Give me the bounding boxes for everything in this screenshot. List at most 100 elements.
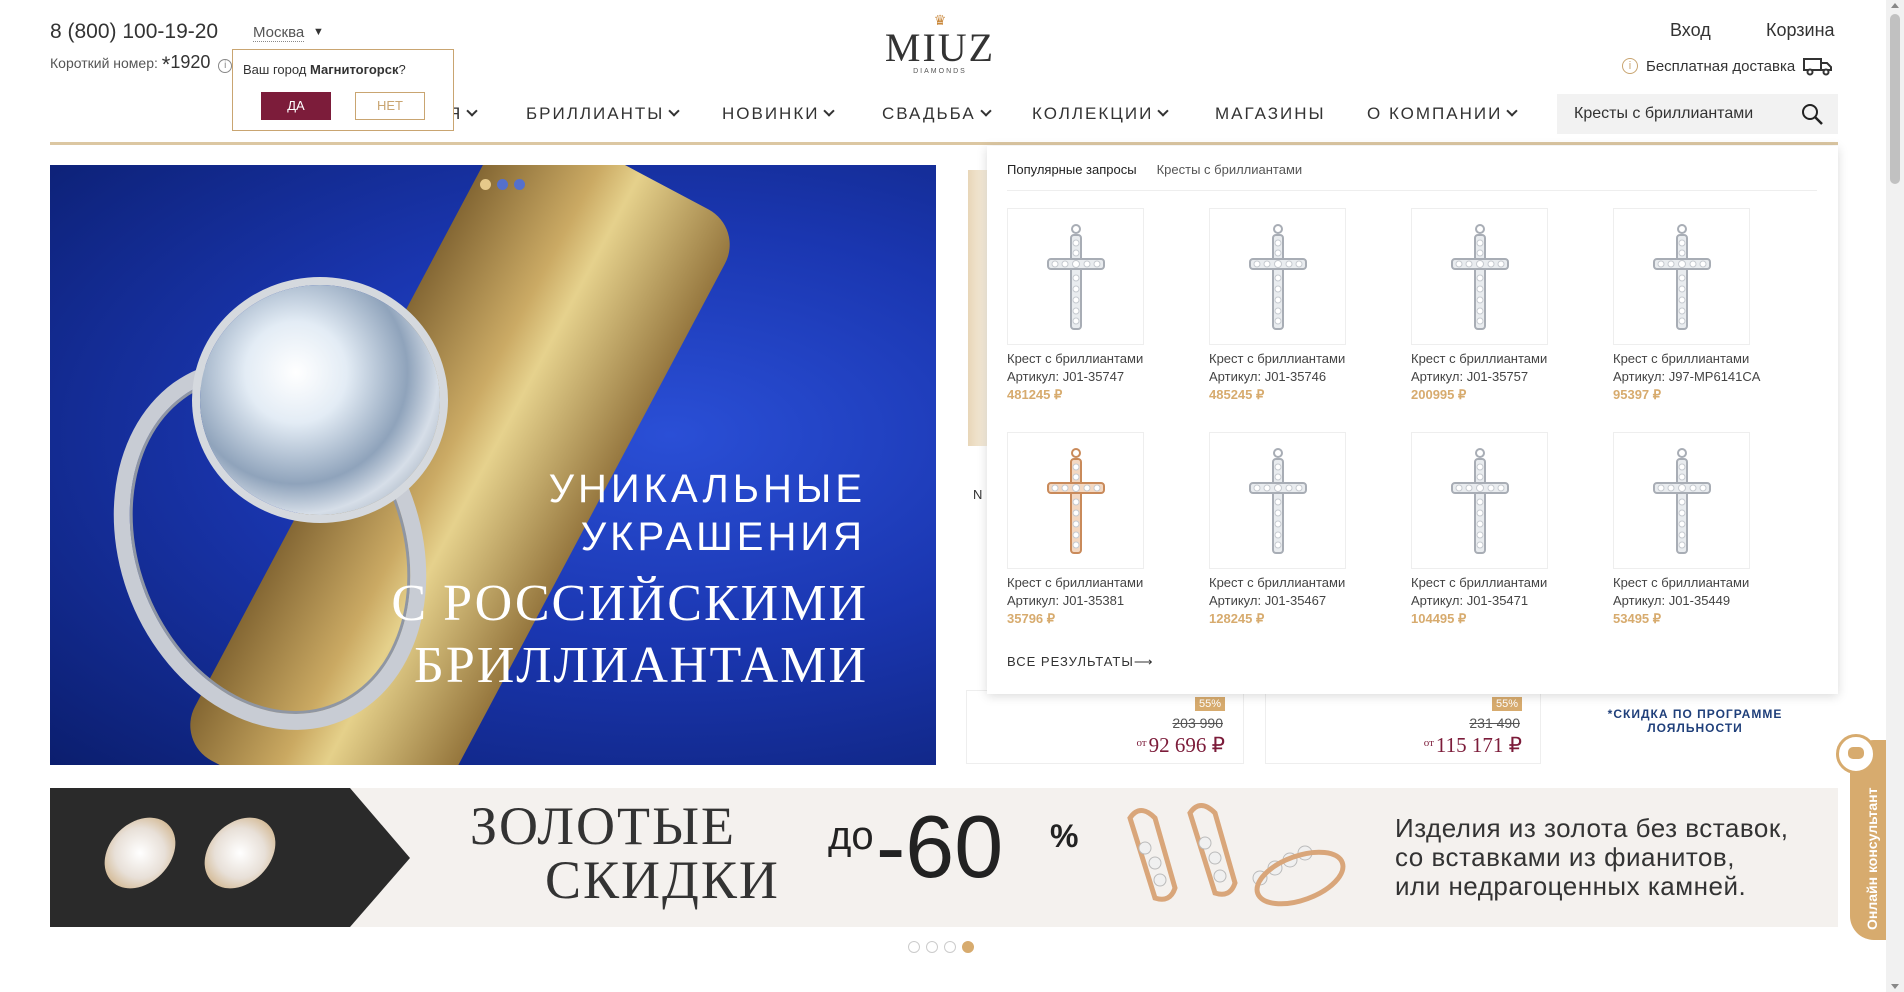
product-name[interactable]: Крест с бриллиантами [1007, 575, 1177, 590]
tab-popular[interactable]: Популярные запросы [1007, 162, 1137, 177]
banner-desc-line: со вставками из фианитов, [1395, 842, 1735, 872]
product-card[interactable]: Крест с бриллиантами Артикул: J01-35449 53… [1613, 432, 1783, 627]
city-no-button[interactable]: НЕТ [355, 92, 425, 120]
product-card[interactable]: 55% 231 490 от115 171 ₽ [1265, 690, 1541, 764]
free-delivery[interactable]: i Бесплатная доставка [1622, 56, 1833, 76]
nav-item-diamonds[interactable]: БРИЛЛИАНТЫ [526, 104, 680, 124]
product-image[interactable] [1007, 432, 1144, 569]
nav-item-about[interactable]: О КОМПАНИИ [1367, 104, 1518, 124]
search-icon[interactable] [1800, 102, 1824, 126]
tab-query[interactable]: Кресты с бриллиантами [1157, 162, 1303, 177]
phone-number[interactable]: 8 (800) 100-19-20 [50, 20, 218, 44]
chevron-down-icon [980, 105, 992, 117]
product-name[interactable]: Крест с бриллиантами [1613, 351, 1783, 366]
nav-item-label: О КОМПАНИИ [1367, 104, 1503, 123]
banner-upto: до [828, 814, 874, 858]
banner-title-2: СКИДКИ [545, 850, 780, 910]
chat-icon[interactable] [1836, 734, 1876, 774]
product-image[interactable] [1209, 432, 1346, 569]
nav-item-stores[interactable]: МАГАЗИНЫ [1215, 104, 1326, 124]
product-price: 485245 ₽ [1209, 387, 1265, 402]
all-results-link[interactable]: ВСЕ РЕЗУЛЬТАТЫ⟶ [1007, 654, 1154, 670]
product-name[interactable]: Крест с бриллиантами [1411, 575, 1581, 590]
hero-slider[interactable]: УНИКАЛЬНЫЕ УКРАШЕНИЯ С РОССИЙСКИМИ БРИЛЛ… [50, 165, 936, 765]
city-confirm-popup: Ваш город Магнитогорск? ДА НЕТ [232, 49, 454, 131]
product-name[interactable]: Крест с бриллиантами [1613, 575, 1783, 590]
price-from: от [1423, 737, 1434, 749]
product-price: 95397 ₽ [1613, 387, 1662, 402]
online-consultant-label: Онлайн консультант [1864, 787, 1880, 930]
product-name[interactable]: Крест с бриллиантами [1411, 351, 1581, 366]
product-article: Артикул: J01-35467 [1209, 593, 1327, 608]
scrollbar-thumb[interactable] [1890, 14, 1900, 184]
chevron-down-icon [466, 105, 478, 117]
cross-pendant-icon [1653, 224, 1711, 330]
banner-dot[interactable] [944, 941, 956, 953]
nav-item-label: БРИЛЛИАНТЫ [526, 104, 665, 123]
product-article: Артикул: J01-35757 [1411, 369, 1529, 384]
scroll-up-arrow-icon[interactable] [1891, 3, 1899, 8]
search-input[interactable] [1574, 102, 1774, 126]
banner-dot[interactable] [926, 941, 938, 953]
banner-dot[interactable] [962, 941, 974, 953]
product-card[interactable]: Крест с бриллиантами Артикул: J01-35381 35… [1007, 432, 1177, 627]
banner-desc-line: Изделия из золота без вставок, [1395, 813, 1789, 843]
scroll-down-arrow-icon[interactable] [1891, 984, 1899, 989]
header-divider [50, 142, 1838, 145]
slider-dot[interactable] [497, 179, 508, 190]
banner-percent-sign: % [1050, 818, 1079, 854]
cross-pendant-icon [1047, 448, 1105, 554]
logo-wordmark: MIUZ [884, 25, 996, 70]
caret-down-icon[interactable]: ▼ [313, 26, 324, 38]
slider-dot[interactable] [480, 179, 491, 190]
scrollbar[interactable] [1886, 0, 1904, 992]
product-image[interactable] [1209, 208, 1346, 345]
cross-pendant-icon [1451, 448, 1509, 554]
slider-dot[interactable] [514, 179, 525, 190]
product-card[interactable]: Крест с бриллиантами Артикул: J97-MP6141C… [1613, 208, 1783, 403]
nav-item-wedding[interactable]: СВАДЬБА [882, 104, 992, 124]
city-selector[interactable]: Москва [253, 24, 305, 42]
product-name[interactable]: Крест с бриллиантами [1209, 351, 1379, 366]
product-image[interactable] [1411, 432, 1548, 569]
login-link[interactable]: Вход [1670, 20, 1711, 41]
nav-item-collections[interactable]: КОЛЛЕКЦИИ [1032, 104, 1169, 124]
loyalty-note: *СКИДКА ПО ПРОГРАММЕ ЛОЯЛЬНОСТИ [1607, 707, 1783, 735]
cart-link[interactable]: Корзина [1766, 20, 1835, 41]
product-name[interactable]: Крест с бриллиантами [1007, 351, 1177, 366]
chevron-down-icon [1506, 105, 1518, 117]
divider [1007, 190, 1817, 191]
product-image[interactable] [1411, 208, 1548, 345]
discount-badge: 55% [1491, 697, 1522, 711]
product-card[interactable]: Крест с бриллиантами Артикул: J01-35757 20… [1411, 208, 1581, 403]
product-card[interactable]: Крест с бриллиантами Артикул: J01-35746 48… [1209, 208, 1379, 403]
slider-dots [480, 179, 525, 190]
banner-dot[interactable] [908, 941, 920, 953]
current-price: от92 696 ₽ [1136, 733, 1225, 758]
promo-banner[interactable]: ЗОЛОТЫЕ СКИДКИ до -60 % Изделия из золот… [50, 788, 1838, 927]
nav-item-new[interactable]: НОВИНКИ [722, 104, 836, 124]
chevron-down-icon [1157, 105, 1169, 117]
product-image[interactable] [1613, 432, 1750, 569]
product-card[interactable]: 55% 203 990 от92 696 ₽ [966, 690, 1244, 764]
city-yes-button[interactable]: ДА [261, 92, 331, 120]
nav-item-label: КОЛЛЕКЦИИ [1032, 104, 1154, 123]
product-name[interactable]: Крест с бриллиантами [1209, 575, 1379, 590]
product-price: 53495 ₽ [1613, 611, 1662, 626]
info-icon[interactable]: i [218, 59, 233, 73]
product-article: Артикул: J01-35746 [1209, 369, 1327, 384]
product-card[interactable]: Крест с бриллиантами Артикул: J01-35747 48… [1007, 208, 1177, 403]
product-card[interactable]: Крест с бриллиантами Артикул: J01-35471 10… [1411, 432, 1581, 627]
price-value: 92 696 ₽ [1148, 733, 1225, 757]
product-card[interactable]: Крест с бриллиантами Артикул: J01-35467 12… [1209, 432, 1379, 627]
chevron-down-icon [668, 105, 680, 117]
logo[interactable]: ♛ MIUZ DIAMONDS [880, 12, 1000, 75]
product-image[interactable] [1613, 208, 1750, 345]
price-from: от [1136, 737, 1147, 749]
product-image[interactable] [1007, 208, 1144, 345]
diamond-image [200, 285, 440, 515]
product-article: Артикул: J01-35471 [1411, 593, 1529, 608]
hero-line-1: УНИКАЛЬНЫЕ [548, 467, 866, 511]
cross-pendant-icon [1653, 448, 1711, 554]
product-price: 104495 ₽ [1411, 611, 1467, 626]
